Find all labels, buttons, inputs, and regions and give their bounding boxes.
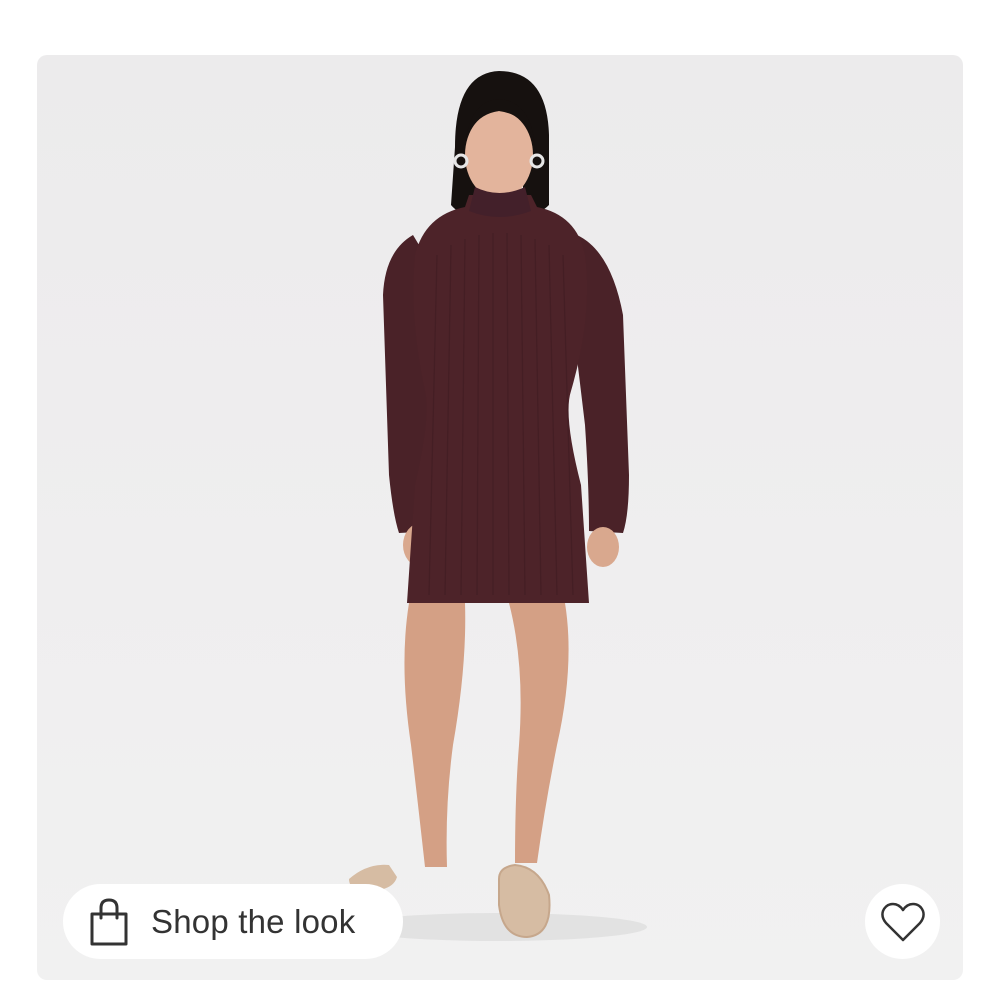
model-left-leg [404,603,466,867]
favorite-button[interactable] [865,884,940,959]
model-right-hand [587,527,619,567]
model-face [465,111,533,199]
model-right-leg [509,603,569,863]
shop-the-look-button[interactable]: Shop the look [63,884,403,959]
model-right-shoe [498,863,551,939]
dress-body [407,195,589,603]
product-card[interactable]: Shop the look [37,55,963,980]
heart-outline-icon [880,902,925,941]
product-photo[interactable] [37,55,963,980]
shop-the-look-label: Shop the look [151,902,356,940]
shopping-bag-icon [90,897,128,945]
